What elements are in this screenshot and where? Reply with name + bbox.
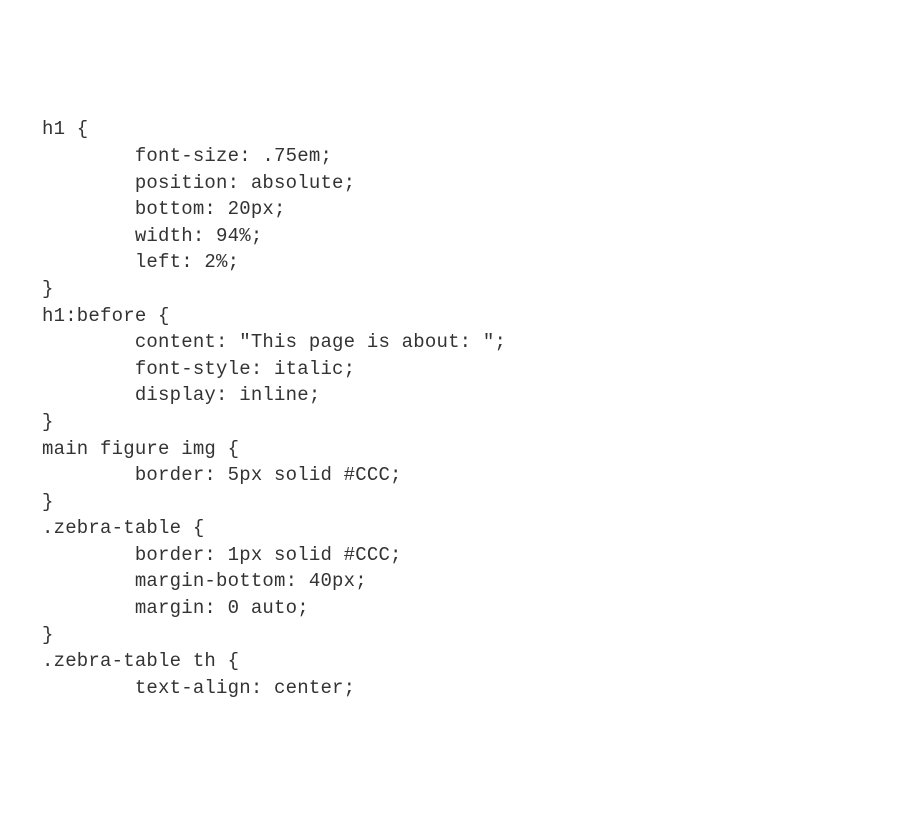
code-line: } (42, 622, 900, 649)
code-line: content: "This page is about: "; (42, 329, 900, 356)
code-line: main figure img { (42, 436, 900, 463)
code-line: display: inline; (42, 382, 900, 409)
code-line: h1 { (42, 116, 900, 143)
css-code-snippet: h1 { font-size: .75em; position: absolut… (42, 116, 900, 701)
code-line: border: 1px solid #CCC; (42, 542, 900, 569)
code-line: margin: 0 auto; (42, 595, 900, 622)
code-line: left: 2%; (42, 249, 900, 276)
code-line: border: 5px solid #CCC; (42, 462, 900, 489)
code-line: .zebra-table th { (42, 648, 900, 675)
code-line: } (42, 409, 900, 436)
code-line: } (42, 276, 900, 303)
code-line: font-style: italic; (42, 356, 900, 383)
code-line: width: 94%; (42, 223, 900, 250)
code-line: .zebra-table { (42, 515, 900, 542)
code-line: h1:before { (42, 303, 900, 330)
code-line: font-size: .75em; (42, 143, 900, 170)
code-line: } (42, 489, 900, 516)
code-line: position: absolute; (42, 170, 900, 197)
code-line: text-align: center; (42, 675, 900, 702)
code-line: margin-bottom: 40px; (42, 568, 900, 595)
code-line: bottom: 20px; (42, 196, 900, 223)
